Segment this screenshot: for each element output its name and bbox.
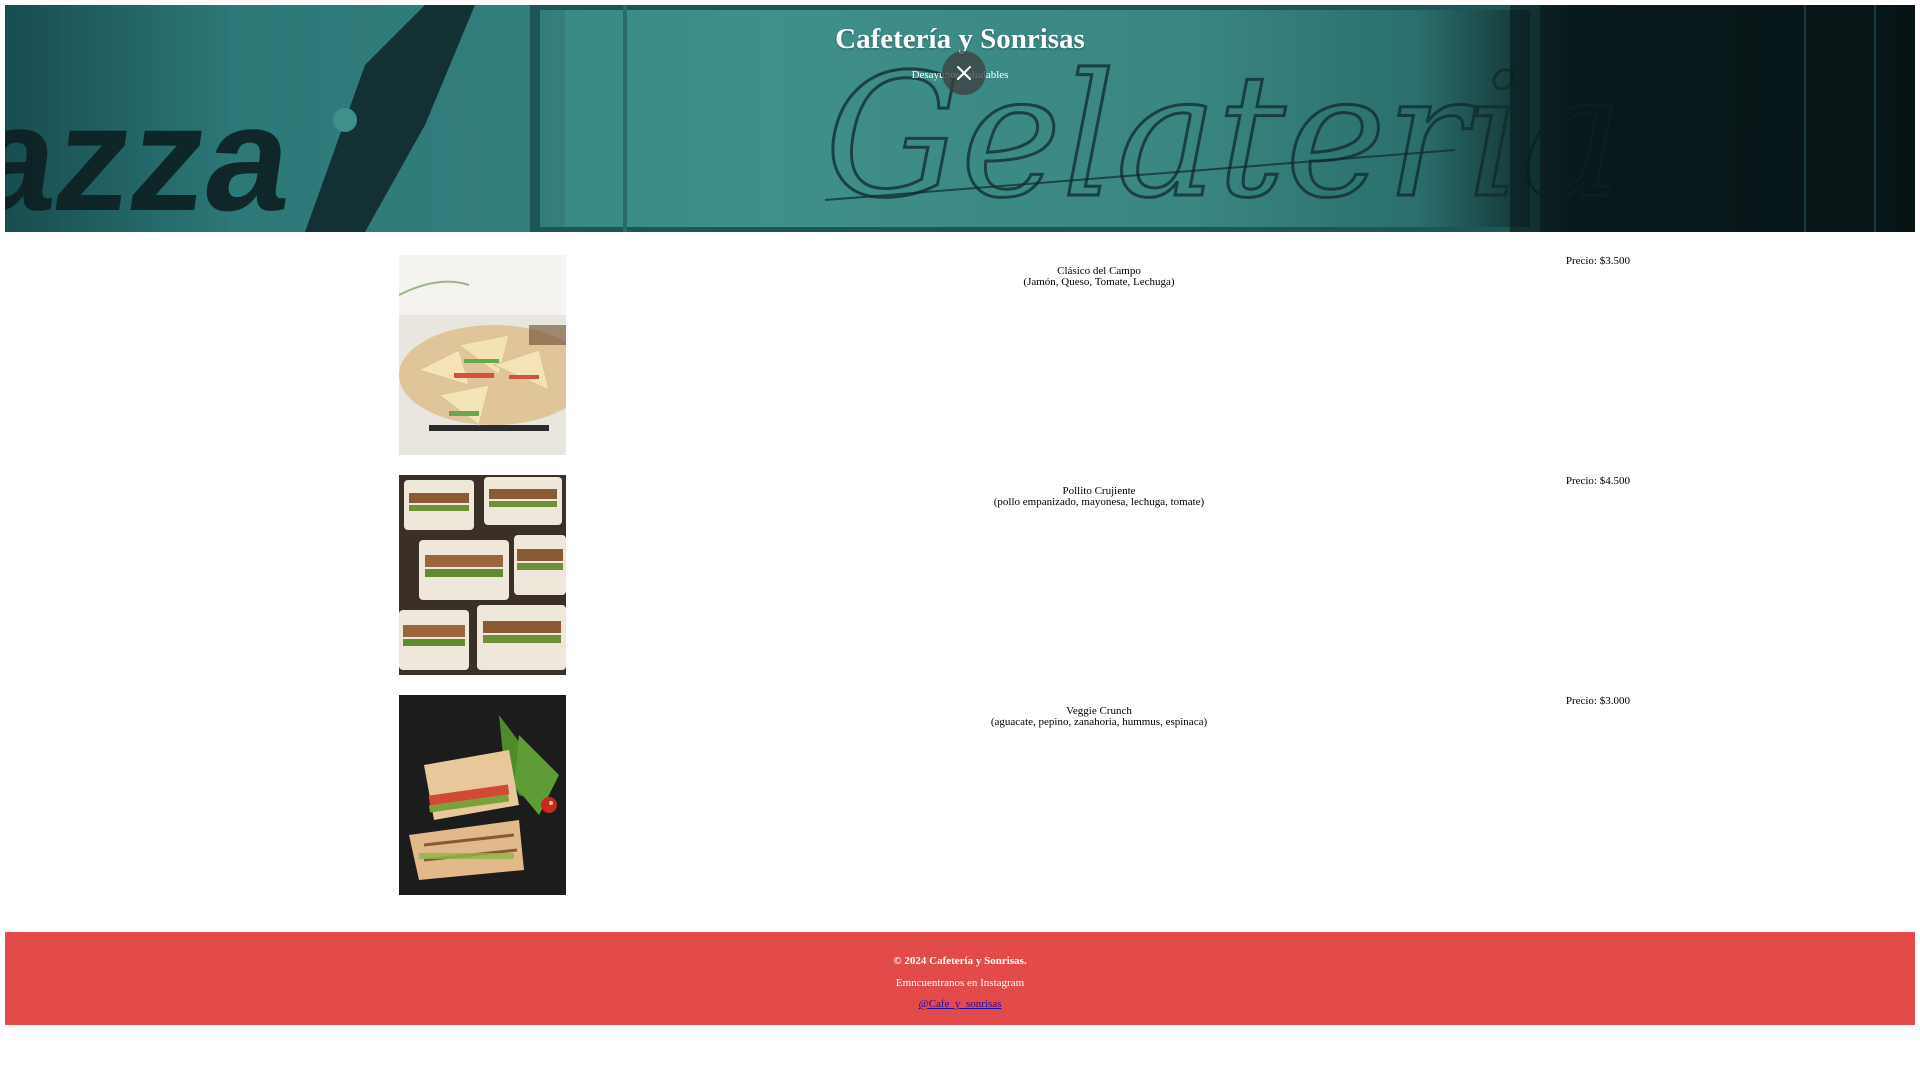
svg-text:azza: azza <box>5 75 303 232</box>
menu-item-description: Veggie Crunch (aguacate, pepino, zanahor… <box>949 706 1249 728</box>
menu-item-description: Pollito Crujiente (pollo empanizado, may… <box>949 486 1249 508</box>
menu-item: Clásico del Campo (Jamón, Queso, Tomate,… <box>399 255 1630 455</box>
menu-item-price: Precio: $3.000 <box>1565 695 1630 707</box>
menu-item: Pollito Crujiente (pollo empanizado, may… <box>399 475 1630 675</box>
menu-item-description: Clásico del Campo (Jamón, Queso, Tomate,… <box>949 266 1249 288</box>
menu-item-image <box>399 475 566 675</box>
hero-banner: azza Gelateria Cafetería y Sonrisas Desa… <box>5 5 1915 232</box>
menu-item-image <box>399 255 566 455</box>
menu-item: Veggie Crunch (aguacate, pepino, zanahor… <box>399 695 1630 895</box>
menu-item-price: Precio: $3.500 <box>1565 255 1630 267</box>
menu-item-ingredients: (Jamón, Queso, Tomate, Lechuga) <box>1023 276 1175 288</box>
menu-item-ingredients: (pollo empanizado, mayonesa, lechuga, to… <box>993 496 1205 508</box>
menu-item-image <box>399 695 566 895</box>
instagram-link[interactable]: @Cafe_y_sonrisas <box>919 998 1002 1010</box>
close-button[interactable] <box>942 51 986 95</box>
close-icon <box>957 66 971 80</box>
footer-copyright: © 2024 Cafetería y Sonrisas. <box>893 955 1027 967</box>
menu-item-price: Precio: $4.500 <box>1565 475 1630 487</box>
menu-item-ingredients: (aguacate, pepino, zanahoria, hummus, es… <box>990 716 1208 728</box>
footer: © 2024 Cafetería y Sonrisas. Emncuentran… <box>5 932 1915 1025</box>
footer-instagram-text: Emncuentranos en Instagram <box>895 977 1025 989</box>
